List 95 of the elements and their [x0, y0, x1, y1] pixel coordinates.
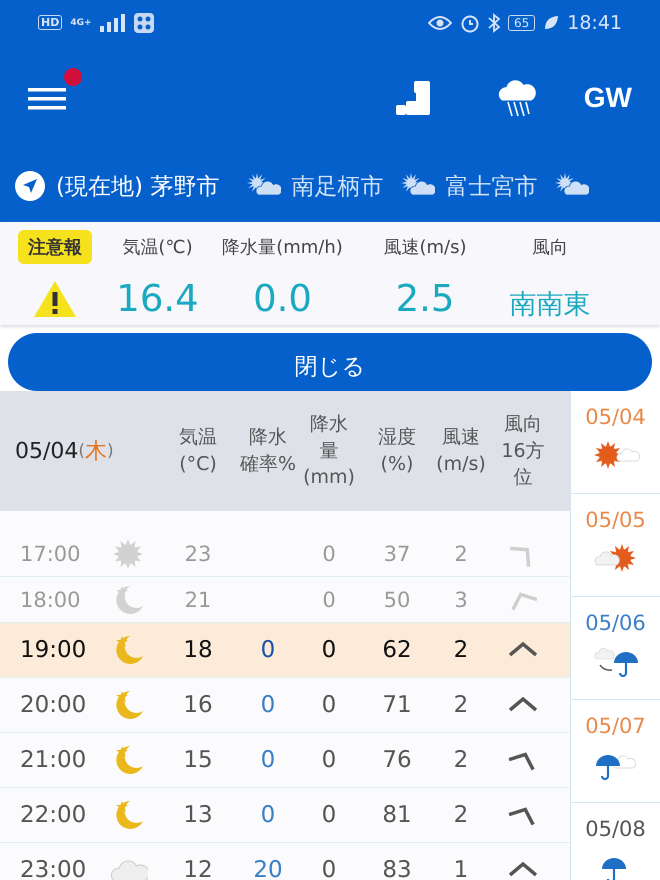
column-header-line: 確率%: [240, 452, 296, 477]
signal-icon: [100, 14, 126, 32]
column-header-line: 風向: [504, 412, 542, 438]
column-header-line: 16方: [501, 438, 545, 464]
precip-amount-cell: 0: [322, 637, 336, 663]
weekday-label: 木: [85, 438, 108, 466]
temperature-cell: 23: [184, 542, 212, 566]
day-tab[interactable]: 05/04: [571, 391, 660, 494]
observation-value: 0.0: [253, 277, 312, 320]
day-tab[interactable]: 05/06: [571, 597, 660, 700]
wind-speed-cell: 2: [454, 637, 468, 663]
precip-chance-cell: 0: [260, 692, 276, 718]
location-tab[interactable]: 南足柄市: [291, 170, 384, 202]
parenthesis: (: [78, 441, 86, 461]
wind-speed-cell: 2: [454, 692, 468, 718]
leaf-icon: [543, 14, 560, 30]
day-tab[interactable]: 05/05: [571, 494, 660, 597]
day-date: 05/04: [585, 405, 646, 429]
temperature-cell: 12: [183, 857, 213, 880]
location-tab[interactable]: 富士宮市: [445, 170, 538, 202]
humidity-cell: 37: [384, 542, 410, 566]
temperature-cell: 13: [183, 802, 213, 828]
observation-label: 風向: [532, 236, 568, 259]
column-header-line: (%): [380, 452, 414, 477]
wind-speed-cell: 2: [454, 542, 468, 566]
day-date: 05/05: [585, 508, 646, 532]
clock-time: 18:41: [567, 12, 622, 34]
column-header-line: 量: [320, 438, 338, 464]
close-button[interactable]: 閉じる: [8, 333, 652, 391]
day-date: 05/08: [585, 817, 646, 841]
network-type: 4G+: [70, 18, 92, 28]
precip-amount-cell: 0: [322, 747, 336, 773]
hour-cell-text: 21:00: [19, 747, 86, 773]
wind-speed-cell: 1: [454, 857, 468, 880]
hour-cell-text: 22:00: [19, 802, 86, 828]
humidity-cell: 62: [382, 637, 412, 663]
temperature-cell: 16: [183, 692, 213, 718]
observation-label: 降水量(mm/h): [222, 236, 343, 259]
day-tab[interactable]: 05/07: [571, 700, 660, 803]
day-date: 05/06: [585, 611, 646, 635]
day-tab[interactable]: 05/08: [571, 803, 660, 880]
humidity-cell: 83: [382, 857, 412, 880]
humidity-cell: 71: [382, 692, 412, 718]
alert-badge: 注意報: [18, 230, 92, 264]
day-date: 05/07: [585, 714, 646, 738]
observation-label: 風速(m/s): [383, 236, 467, 259]
column-header-line: 気温: [179, 425, 217, 450]
alarm-icon: [460, 12, 480, 32]
column-header-line: (°C): [179, 452, 217, 477]
app-grid-icon: [134, 12, 154, 32]
temperature-cell: 15: [183, 747, 213, 773]
precip-chance-cell: 0: [260, 747, 276, 773]
hour-cell-text: 18:00: [19, 588, 81, 612]
battery-level: 65: [508, 14, 536, 30]
humidity-cell: 81: [382, 802, 412, 828]
column-header-line: 降水: [249, 425, 287, 450]
warning-icon: [33, 280, 77, 318]
column-header-line: (mm): [303, 465, 355, 490]
hour-cell-text: 23:00: [19, 857, 86, 880]
humidity-cell: 76: [382, 747, 412, 773]
precip-amount-cell: 0: [322, 542, 336, 566]
hour-cell-text: 17:00: [19, 542, 81, 566]
table-date: 05/04: [15, 438, 78, 464]
hour-cell-text: 20:00: [19, 692, 86, 718]
hd-indicator: HD: [38, 15, 62, 30]
observation-value: 南南東: [510, 288, 590, 322]
bluetooth-icon: [488, 12, 500, 32]
gw-button[interactable]: GW: [584, 82, 632, 114]
column-header-line: 湿度: [378, 425, 416, 450]
temperature-cell: 18: [183, 637, 213, 663]
wind-speed-cell: 2: [454, 747, 468, 773]
precip-amount-cell: 0: [322, 857, 336, 880]
wind-speed-cell: 2: [454, 802, 468, 828]
observation-value: 16.4: [116, 277, 199, 320]
location-tab[interactable]: (現在地) 茅野市: [56, 170, 220, 202]
observation-value: 2.5: [396, 277, 454, 320]
column-header-line: 風速: [442, 425, 480, 450]
humidity-cell: 50: [384, 588, 410, 612]
wind-speed-cell: 3: [454, 588, 468, 612]
column-header-line: 位: [514, 465, 532, 490]
precip-chance-cell: 20: [253, 857, 283, 880]
column-header-line: (m/s): [436, 452, 486, 477]
precip-amount-cell: 0: [322, 588, 336, 612]
temperature-cell: 21: [184, 588, 212, 612]
observation-label: 気温(℃): [122, 236, 193, 259]
blocks-icon[interactable]: [394, 78, 432, 116]
hour-cell-text: 19:00: [19, 637, 86, 663]
column-header-line: 降水: [310, 412, 348, 438]
parenthesis: ): [107, 441, 114, 461]
eye-icon: [428, 14, 452, 30]
precip-amount-cell: 0: [322, 802, 336, 828]
precip-chance-cell: 0: [260, 802, 276, 828]
cloud-umbrella-icon: [592, 645, 640, 679]
precip-amount-cell: 0: [322, 692, 336, 718]
precip-chance-cell: 0: [260, 637, 276, 663]
